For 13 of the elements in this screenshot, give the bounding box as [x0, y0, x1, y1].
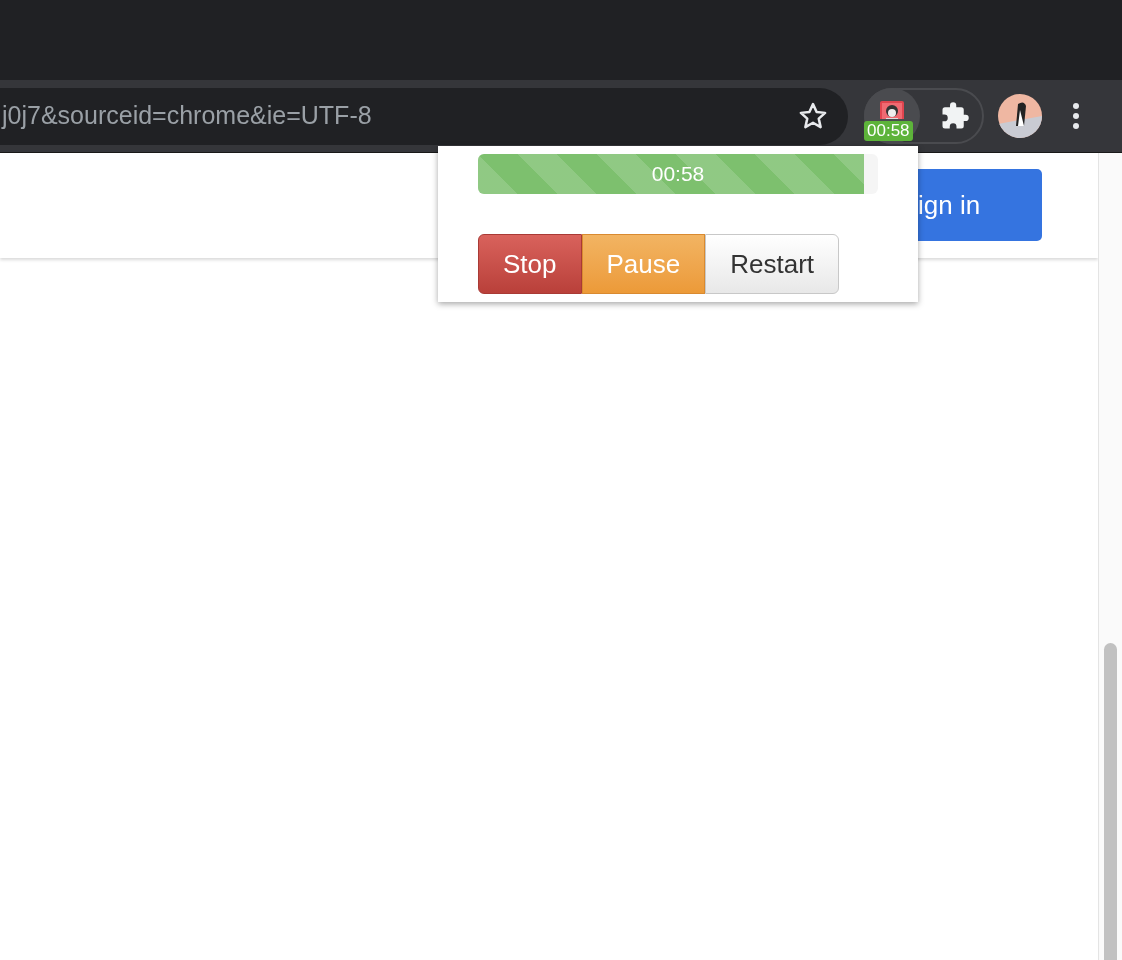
scrollbar-thumb[interactable] — [1104, 643, 1117, 960]
address-bar[interactable]: j0j7&sourceid=chrome&ie=UTF-8 — [0, 87, 848, 145]
timer-badge: 00:58 — [864, 121, 913, 141]
puzzle-icon[interactable] — [940, 101, 970, 131]
avatar[interactable] — [998, 94, 1042, 138]
extension-icon[interactable] — [879, 100, 905, 119]
popup-button[interactable]: Restart — [705, 234, 840, 294]
popup-button[interactable]: Stop — [478, 234, 582, 294]
menu-icon[interactable] — [1072, 102, 1080, 130]
sign-in-button[interactable]: ign in — [918, 169, 1042, 241]
url-text: j0j7&sourceid=chrome&ie=UTF-8 — [0, 100, 372, 132]
star-icon[interactable] — [798, 101, 828, 131]
progress-label: 00:58 — [650, 161, 706, 188]
